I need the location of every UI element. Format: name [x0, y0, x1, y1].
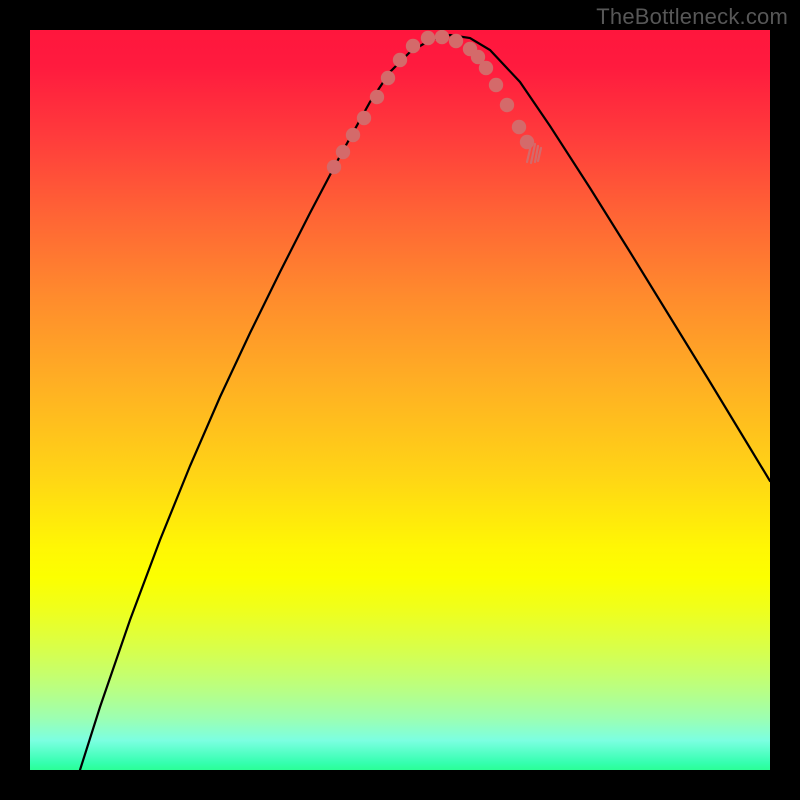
overlay-dot [346, 128, 360, 142]
overlay-dot [393, 53, 407, 67]
overlay-dot [370, 90, 384, 104]
overlay-dot [500, 98, 514, 112]
bottleneck-curve [80, 35, 770, 770]
overlay-dot [479, 61, 493, 75]
overlay-dot [327, 160, 341, 174]
curve-layer [30, 30, 770, 770]
overlay-dot [520, 135, 534, 149]
overlay-dot [512, 120, 526, 134]
watermark-text: TheBottleneck.com [596, 4, 788, 30]
overlay-dot [489, 78, 503, 92]
overlay-dot [435, 30, 449, 44]
chart-frame: TheBottleneck.com [0, 0, 800, 800]
overlay-dot [449, 34, 463, 48]
overlay-dot [421, 31, 435, 45]
overlay-dot [381, 71, 395, 85]
overlay-dots [327, 30, 534, 174]
overlay-dot [357, 111, 371, 125]
overlay-dot [336, 145, 350, 159]
plot-area [30, 30, 770, 770]
overlay-dot [406, 39, 420, 53]
